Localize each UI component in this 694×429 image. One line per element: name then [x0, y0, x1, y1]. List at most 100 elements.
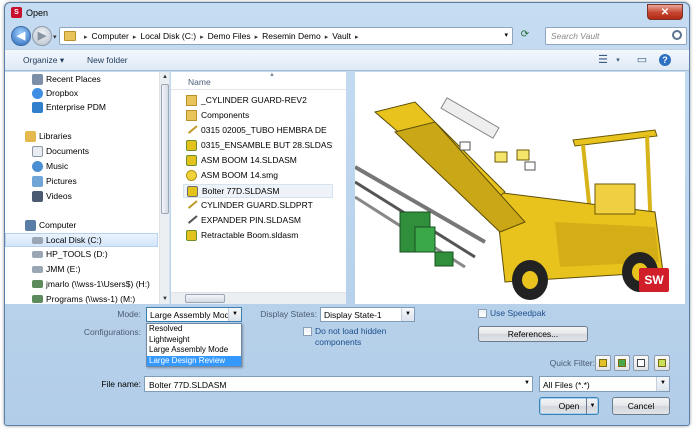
music-icon — [32, 161, 43, 172]
sidebar-item-hp-tools[interactable]: HP_TOOLS (D:) — [5, 248, 158, 262]
close-button[interactable]: ✕ — [647, 4, 683, 20]
scroll-down-icon[interactable]: ▼ — [162, 296, 168, 302]
search-input[interactable]: Search Vault — [545, 27, 687, 45]
sidebar-item-local-disk[interactable]: Local Disk (C:) — [5, 233, 158, 247]
sidebar-item-label: Documents — [46, 146, 89, 156]
change-view-icon[interactable]: ☰ — [596, 54, 610, 67]
address-bar[interactable]: ▸ Computer ▸ Local Disk (C:) ▸ Demo Files ▸ Res… — [59, 27, 513, 45]
file-row[interactable]: ASM BOOM 14.smg — [183, 169, 333, 183]
column-header-name[interactable]: ▲ Name — [171, 72, 346, 90]
sidebar-scrollbar[interactable]: ▲ ▼ — [159, 72, 169, 304]
file-row[interactable]: EXPANDER PIN.SLDASM — [183, 214, 333, 228]
mode-option-lightweight[interactable]: Lightweight — [147, 335, 241, 346]
sidebar-item-jmm[interactable]: JMM (E:) — [5, 263, 158, 277]
assembly-filter-icon — [618, 359, 626, 367]
chevron-down-icon[interactable]: ▼ — [524, 380, 530, 386]
sidebar-item-label: Dropbox — [46, 88, 79, 98]
no-load-hidden-label-line2: components — [315, 337, 362, 347]
file-row[interactable]: CYLINDER GUARD.SLDPRT — [183, 199, 333, 213]
file-row[interactable]: Components — [183, 109, 333, 123]
part-icon — [185, 199, 198, 209]
breadcrumb-local-disk[interactable]: Local Disk (C:) — [140, 31, 196, 41]
filter-drawings-button[interactable] — [633, 355, 649, 371]
sidebar-item-videos[interactable]: Videos — [5, 190, 158, 204]
filter-parts-button[interactable] — [595, 355, 611, 371]
file-type-value: All Files (*.*) — [543, 380, 590, 390]
open-options-dropdown-icon[interactable]: ▼ — [586, 398, 598, 414]
part-filter-icon — [599, 359, 607, 367]
sidebar-item-libraries[interactable]: Libraries — [5, 130, 158, 144]
file-list: ▲ Name _CYLINDER GUARD-REV2 Components 0… — [171, 72, 346, 304]
breadcrumb-vault[interactable]: Vault — [332, 31, 351, 41]
scroll-up-icon[interactable]: ▲ — [162, 74, 168, 80]
sidebar-item-programs[interactable]: Programs (\\wss-1) (M:) — [5, 293, 158, 304]
search-placeholder: Search Vault — [551, 31, 600, 41]
file-list-scrollbar[interactable] — [171, 292, 346, 304]
assembly-icon — [186, 155, 197, 166]
folder-icon — [186, 110, 197, 121]
sidebar-item-label: Programs (\\wss-1) (M:) — [46, 294, 136, 304]
sidebar-item-pictures[interactable]: Pictures — [5, 175, 158, 189]
sidebar-item-recent-places[interactable]: Recent Places — [5, 73, 158, 87]
references-button[interactable]: References... — [478, 326, 588, 342]
column-header-label: Name — [188, 77, 211, 87]
back-button[interactable]: ◀ — [11, 26, 31, 46]
help-icon[interactable]: ? — [659, 54, 671, 66]
navigation-pane: Recent Places Dropbox Enterprise PDM Lib… — [5, 72, 170, 304]
mode-select[interactable]: Large Assembly Mod ▼ — [146, 307, 242, 322]
file-row[interactable]: _CYLINDER GUARD-REV2 — [183, 94, 333, 108]
scroll-thumb[interactable] — [161, 84, 169, 214]
recent-places-icon — [32, 74, 43, 85]
part-icon — [185, 214, 198, 224]
address-dropdown-icon[interactable]: ▾ — [504, 31, 508, 39]
sidebar-item-enterprise-pdm[interactable]: Enterprise PDM — [5, 101, 158, 115]
breadcrumb-computer[interactable]: Computer — [92, 31, 129, 41]
file-row[interactable]: ASM BOOM 14.SLDASM — [183, 154, 333, 168]
file-name: Retractable Boom.sldasm — [201, 230, 299, 240]
scroll-thumb[interactable] — [185, 294, 225, 303]
refresh-icon[interactable]: ⟳ — [516, 29, 534, 43]
open-button[interactable]: Open ▼ — [539, 397, 599, 415]
file-row[interactable]: 0315 02005_TUBO HEMBRA DE — [183, 124, 333, 138]
sidebar-item-label: Libraries — [39, 131, 72, 141]
chevron-down-icon: ▼ — [401, 308, 414, 321]
preview-pane-icon[interactable]: ▭ — [635, 54, 649, 67]
cancel-button[interactable]: Cancel — [612, 397, 670, 415]
file-name: ASM BOOM 14.smg — [201, 170, 278, 180]
filter-assemblies-button[interactable] — [614, 355, 630, 371]
new-folder-button[interactable]: New folder — [87, 55, 128, 65]
documents-icon — [32, 146, 43, 157]
sort-ascending-icon: ▲ — [269, 72, 275, 78]
breadcrumb-resemin-demo[interactable]: Resemin Demo — [262, 31, 321, 41]
file-row[interactable]: 0315_ENSAMBLE BUT 28.SLDASM — [183, 139, 333, 153]
use-speedpak-checkbox[interactable] — [478, 309, 487, 318]
file-row[interactable]: Bolter 77D.SLDASM — [183, 184, 333, 198]
file-type-select[interactable]: All Files (*.*) ▼ — [539, 376, 670, 392]
no-load-hidden-checkbox[interactable] — [303, 327, 312, 336]
sidebar-item-dropbox[interactable]: Dropbox — [5, 87, 158, 101]
videos-icon — [32, 191, 43, 202]
sidebar-item-computer[interactable]: Computer — [5, 219, 158, 233]
search-icon — [672, 30, 682, 40]
sidebar-item-jmarlo[interactable]: jmarlo (\\wss-1\Users$) (H:) — [5, 278, 158, 292]
sidebar-item-music[interactable]: Music — [5, 160, 158, 174]
mode-option-large-design-review[interactable]: Large Design Review — [147, 355, 241, 366]
sidebar-item-documents[interactable]: Documents — [5, 145, 158, 159]
window-title: Open — [26, 8, 49, 18]
view-dropdown-icon[interactable]: ▾ — [611, 54, 625, 67]
breadcrumb-demo-files[interactable]: Demo Files — [208, 31, 251, 41]
file-row[interactable]: Retractable Boom.sldasm — [183, 229, 333, 243]
file-name-input[interactable]: Bolter 77D.SLDASM ▼ — [144, 376, 533, 392]
organize-button[interactable]: Organize ▾ — [23, 55, 64, 66]
file-name: EXPANDER PIN.SLDASM — [201, 215, 301, 225]
display-states-label: Display States: — [260, 309, 317, 319]
display-states-select[interactable]: Display State-1 ▼ — [320, 307, 415, 322]
forward-button[interactable]: ▶ — [32, 26, 52, 46]
mode-option-resolved[interactable]: Resolved — [147, 324, 241, 335]
chevron-down-icon: ▼ — [656, 377, 669, 391]
mode-option-large-assembly-mode[interactable]: Large Assembly Mode — [147, 345, 241, 356]
top-assembly-filter-icon — [658, 359, 666, 367]
filter-top-assemblies-button[interactable] — [654, 355, 670, 371]
recent-locations-dropdown[interactable]: ▾ — [53, 33, 57, 41]
drive-icon — [32, 251, 43, 258]
